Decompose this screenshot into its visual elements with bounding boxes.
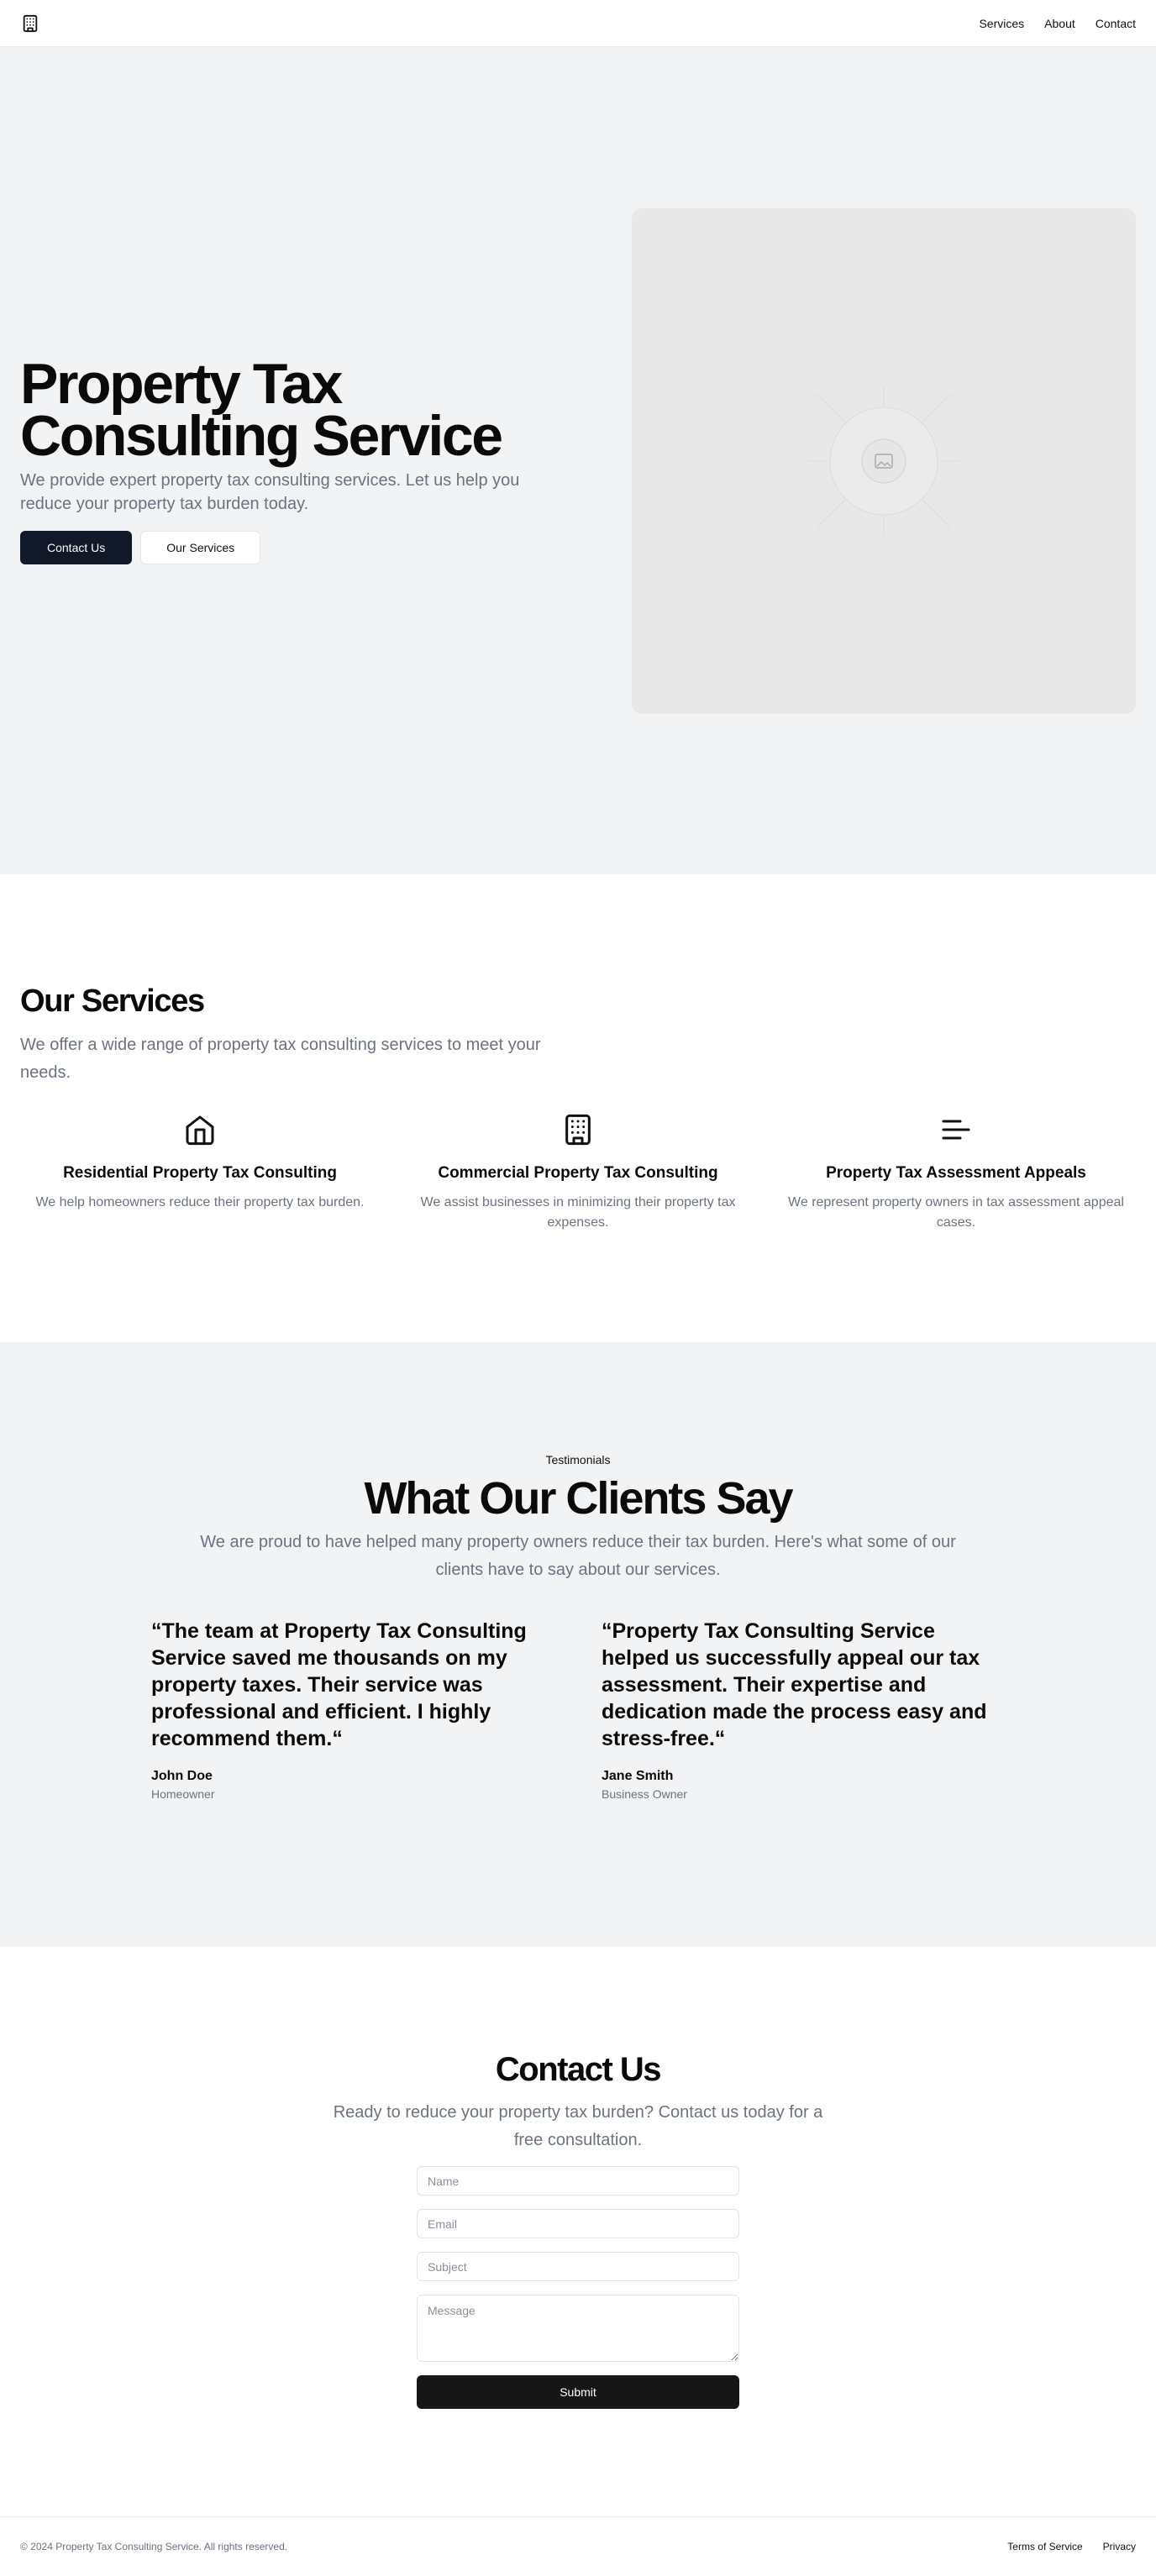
service-title: Commercial Property Tax Consulting <box>438 1164 718 1182</box>
nav-link-contact[interactable]: Contact <box>1096 17 1136 30</box>
testimonial-card: “Property Tax Consulting Service helped … <box>602 1618 1005 1801</box>
message-field[interactable] <box>417 2295 739 2362</box>
testimonial-role: Homeowner <box>151 1787 215 1801</box>
testimonials-subtitle: We are proud to have helped many propert… <box>200 1533 956 1579</box>
nav-link-about[interactable]: About <box>1044 17 1075 30</box>
footer-link-terms[interactable]: Terms of Service <box>1007 2541 1082 2552</box>
hero-title: Property Tax Consulting Service <box>20 351 503 468</box>
contact-title: Contact Us <box>495 2051 662 2088</box>
nav-links: Services About Contact <box>979 17 1136 30</box>
testimonial-author: Jane Smith <box>602 1769 674 1783</box>
service-card: Property Tax Assessment Appeals We repre… <box>776 1112 1136 1233</box>
service-card: Commercial Property Tax Consulting We as… <box>398 1112 758 1233</box>
email-field[interactable] <box>417 2209 739 2238</box>
hero-image-placeholder <box>632 207 1136 714</box>
contact-subtitle: Ready to reduce your property tax burden… <box>333 2103 823 2149</box>
testimonials-section: Testimonials What Our Clients Say We are… <box>0 1342 1156 1947</box>
service-card: Residential Property Tax Consulting We h… <box>20 1112 380 1233</box>
service-title: Residential Property Tax Consulting <box>63 1164 337 1182</box>
services-title: Our Services <box>20 984 205 1019</box>
contact-us-button[interactable]: Contact Us <box>20 530 133 564</box>
testimonial-role: Business Owner <box>602 1787 687 1801</box>
contact-section: Contact Us Ready to reduce your property… <box>0 1947 1156 2516</box>
hero-buttons: Contact Us Our Services <box>20 530 575 564</box>
service-description: We represent property owners in tax asse… <box>788 1195 1124 1230</box>
testimonials-eyebrow: Testimonials <box>545 1453 611 1466</box>
service-title: Property Tax Assessment Appeals <box>826 1164 1086 1182</box>
building-icon[interactable] <box>20 13 40 34</box>
footer-copyright: © 2024 Property Tax Consulting Service. … <box>20 2540 288 2552</box>
image-placeholder-icon <box>808 385 959 537</box>
submit-button[interactable]: Submit <box>417 2375 739 2409</box>
top-nav: Services About Contact <box>0 0 1156 47</box>
footer-link-privacy[interactable]: Privacy <box>1103 2541 1136 2552</box>
home-icon <box>20 1112 380 1147</box>
hero-section: Property Tax Consulting Service We provi… <box>0 47 1156 874</box>
footer: © 2024 Property Tax Consulting Service. … <box>0 2516 1156 2575</box>
services-section: Our Services We offer a wide range of pr… <box>0 874 1156 1342</box>
name-field[interactable] <box>417 2166 739 2196</box>
hero-subtitle: We provide expert property tax consultin… <box>20 470 520 513</box>
testimonial-author: John Doe <box>151 1769 213 1783</box>
testimonial-quote: “Property Tax Consulting Service helped … <box>602 1619 987 1750</box>
testimonial-list: “The team at Property Tax Consulting Ser… <box>20 1618 1136 1801</box>
our-services-button[interactable]: Our Services <box>140 530 261 564</box>
service-description: We help homeowners reduce their property… <box>35 1195 365 1209</box>
building-icon <box>398 1112 758 1147</box>
service-description: We assist businesses in minimizing their… <box>420 1195 736 1230</box>
contact-form: Submit <box>417 2166 739 2409</box>
subject-field[interactable] <box>417 2252 739 2281</box>
testimonial-quote: “The team at Property Tax Consulting Ser… <box>151 1619 527 1750</box>
testimonials-title: What Our Clients Say <box>364 1473 793 1524</box>
footer-links: Terms of Service Privacy <box>1007 2541 1136 2552</box>
nav-link-services[interactable]: Services <box>979 17 1024 30</box>
testimonial-card: “The team at Property Tax Consulting Ser… <box>151 1618 554 1801</box>
services-subtitle: We offer a wide range of property tax co… <box>20 1036 541 1082</box>
menu-lines-icon <box>776 1112 1136 1147</box>
hero-content: Property Tax Consulting Service We provi… <box>20 351 608 564</box>
services-grid: Residential Property Tax Consulting We h… <box>20 1112 1136 1233</box>
